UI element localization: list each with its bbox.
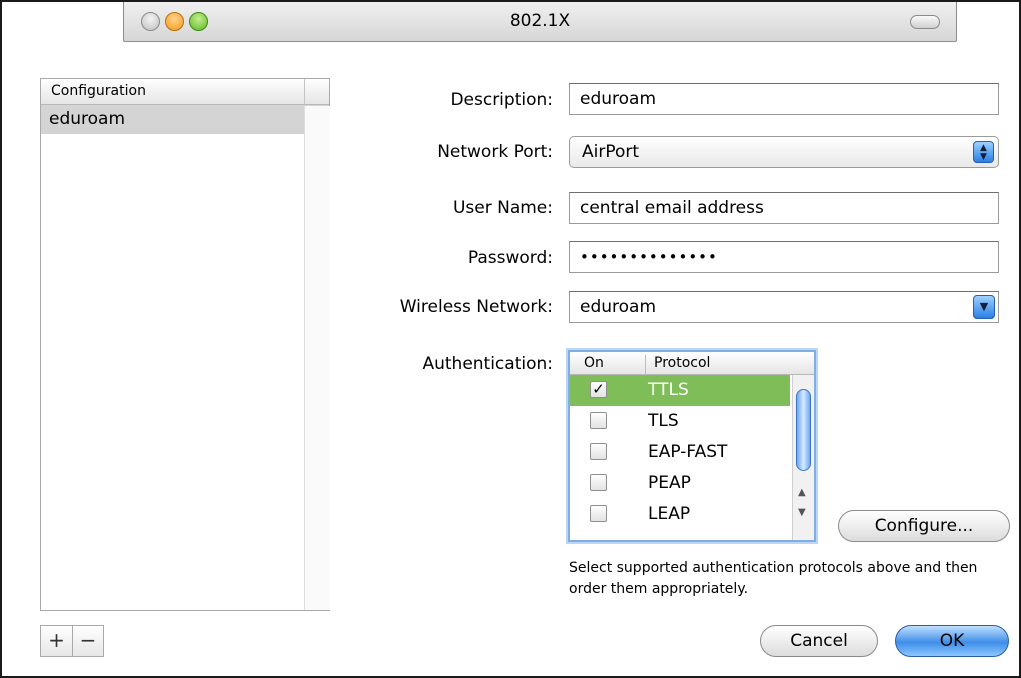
remove-configuration-button[interactable]: − — [72, 626, 103, 656]
scroll-up-arrow-icon[interactable]: ▲ — [798, 487, 806, 498]
configuration-item[interactable]: eduroam — [41, 105, 329, 134]
protocol-row[interactable]: LEAP — [570, 499, 790, 530]
chevron-down-icon[interactable]: ▼ — [973, 295, 995, 319]
add-remove-control: + − — [40, 625, 104, 657]
cancel-button[interactable]: Cancel — [760, 625, 878, 657]
column-header-on[interactable]: On — [584, 355, 604, 371]
password-field[interactable]: •••••••••••••• — [569, 241, 999, 273]
protocol-checkbox[interactable] — [590, 505, 607, 522]
dialog-window: 802.1X Configuration eduroam + − Descrip… — [0, 0, 1021, 678]
column-header-protocol[interactable]: Protocol — [645, 355, 710, 377]
password-label: Password: — [467, 248, 553, 268]
protocol-rows: ✓ TTLS TLS EAP-FAST PEAP LEAP — [570, 375, 814, 530]
protocol-checkbox[interactable] — [590, 474, 607, 491]
configuration-scrollbar[interactable] — [304, 106, 330, 610]
network-port-value: AirPort — [582, 142, 640, 162]
user-name-field[interactable]: central email address — [569, 192, 999, 224]
network-port-popup[interactable]: AirPort ▲ ▼ — [569, 136, 999, 168]
toolbar-toggle-button[interactable] — [910, 15, 940, 29]
authentication-label: Authentication: — [422, 354, 553, 374]
ok-button[interactable]: OK — [895, 625, 1009, 657]
protocol-scrollbar[interactable]: ▲ ▼ — [792, 375, 814, 540]
add-configuration-button[interactable]: + — [41, 626, 72, 656]
popup-arrows-icon: ▲ ▼ — [973, 141, 994, 163]
configure-button[interactable]: Configure... — [838, 510, 1010, 542]
protocol-name: PEAP — [648, 473, 691, 493]
user-name-label: User Name: — [452, 198, 553, 218]
title-bar[interactable]: 802.1X — [123, 2, 957, 42]
configuration-list[interactable]: Configuration eduroam — [40, 78, 330, 611]
protocol-row[interactable]: ✓ TTLS — [570, 375, 790, 406]
protocol-checkbox[interactable] — [590, 443, 607, 460]
protocol-row[interactable]: EAP-FAST — [570, 437, 790, 468]
scroll-thumb[interactable] — [796, 389, 811, 471]
network-port-label: Network Port: — [437, 142, 553, 162]
protocol-name: LEAP — [648, 504, 691, 524]
description-field[interactable]: eduroam — [569, 83, 999, 115]
authentication-protocol-table[interactable]: On Protocol ✓ TTLS TLS EAP-FAST PEAP LEAP ▲ ▼ — [568, 350, 816, 542]
protocol-name: TTLS — [648, 380, 689, 400]
authentication-hint: Select supported authentication protocol… — [569, 560, 978, 597]
protocol-name: EAP-FAST — [648, 442, 728, 462]
protocol-table-header: On Protocol — [570, 352, 814, 377]
scroll-down-arrow-icon[interactable]: ▼ — [798, 507, 806, 518]
protocol-row[interactable]: TLS — [570, 406, 790, 437]
wireless-network-value: eduroam — [580, 297, 657, 317]
protocol-name: TLS — [648, 411, 679, 431]
protocol-row[interactable]: PEAP — [570, 468, 790, 499]
protocol-checkbox[interactable] — [590, 412, 607, 429]
wireless-network-label: Wireless Network: — [399, 297, 553, 317]
protocol-checkbox[interactable]: ✓ — [590, 381, 607, 398]
window-title: 802.1X — [509, 11, 571, 31]
wireless-network-combo[interactable]: eduroam ▼ — [569, 291, 999, 323]
description-label: Description: — [450, 90, 553, 110]
configuration-header: Configuration — [41, 79, 329, 105]
